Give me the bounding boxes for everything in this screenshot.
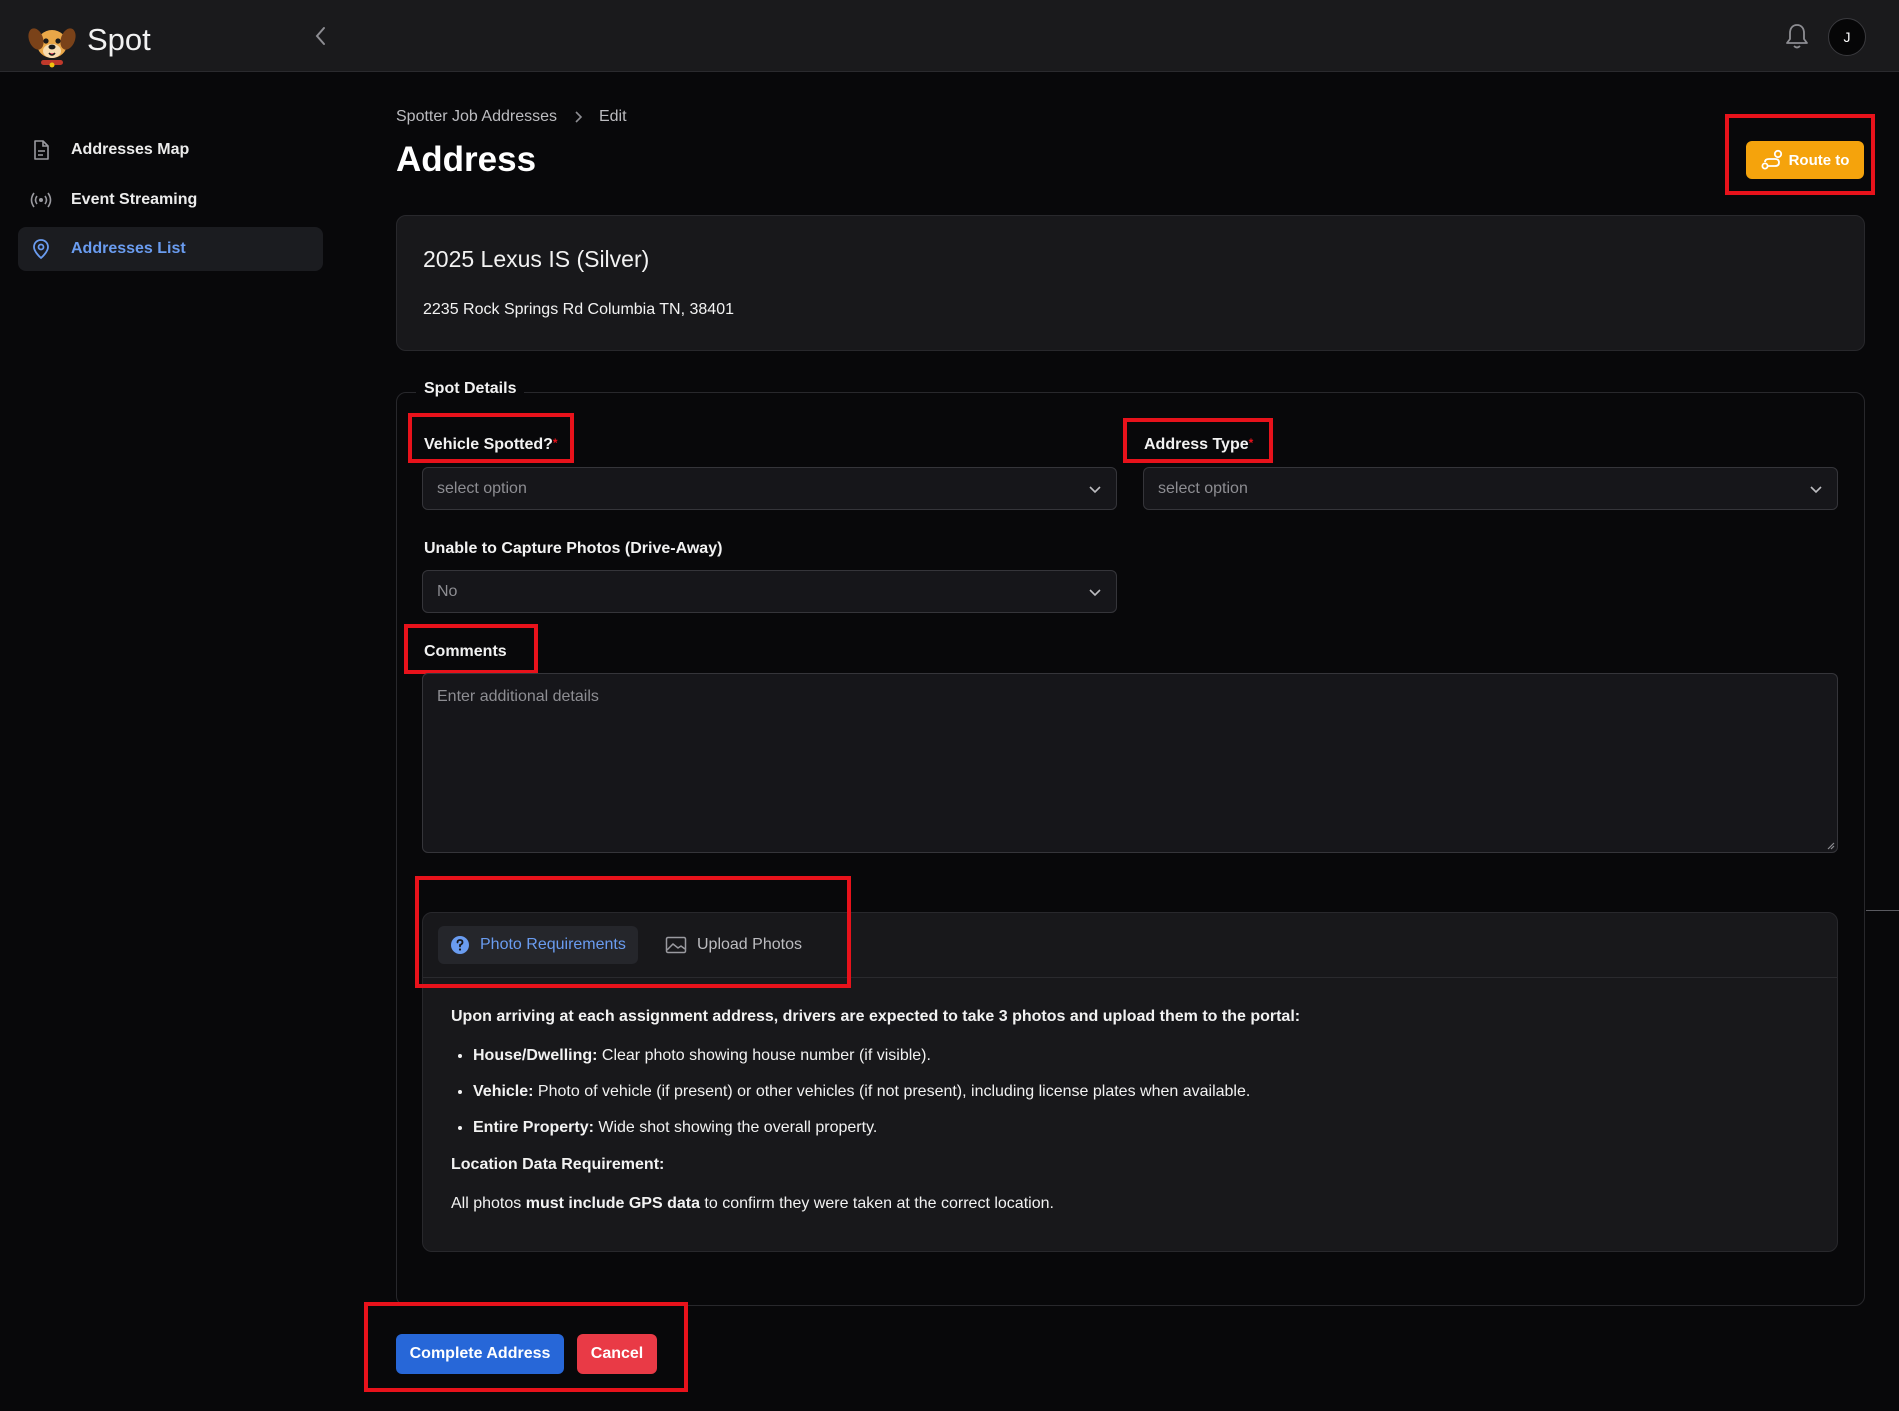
- list-item-text: Wide shot showing the overall property.: [593, 1119, 878, 1136]
- chevron-left-icon[interactable]: [312, 24, 330, 48]
- breadcrumb-current: Edit: [598, 108, 627, 125]
- list-item-text: Photo of vehicle (if present) or other v…: [533, 1083, 1251, 1100]
- vehicle-card: 2025 Lexus IS (Silver) 2235 Rock Springs…: [396, 215, 1865, 351]
- broadcast-icon: [30, 192, 52, 208]
- label-text: Address Type: [1144, 436, 1249, 453]
- sidebar-item-addresses-list[interactable]: Addresses List: [18, 227, 323, 271]
- cancel-button[interactable]: Cancel: [577, 1334, 657, 1374]
- page-title: Address: [396, 140, 537, 179]
- sidebar-item-addresses-map[interactable]: Addresses Map: [18, 128, 323, 172]
- address-type-label: Address Type*: [1144, 436, 1253, 454]
- dog-logo-icon: [28, 28, 76, 68]
- required-marker: *: [552, 436, 558, 450]
- sidebar-item-label: Event Streaming: [71, 191, 198, 208]
- sidebar-item-label: Addresses Map: [71, 141, 190, 158]
- chevron-right-icon: [575, 111, 583, 123]
- photo-requirements-content: Upon arriving at each assignment address…: [451, 1008, 1811, 1213]
- route-icon: [1761, 149, 1782, 170]
- list-item-title: Vehicle:: [473, 1083, 534, 1100]
- requirements-list: House/Dwelling: Clear photo showing hous…: [451, 1047, 1811, 1137]
- user-avatar[interactable]: J: [1828, 18, 1866, 56]
- comments-textarea[interactable]: Enter additional details: [422, 673, 1838, 853]
- select-placeholder: select option: [1158, 479, 1248, 497]
- location-requirement-text: All photos must include GPS data to conf…: [451, 1195, 1811, 1213]
- top-bar: Spot J: [0, 0, 1899, 72]
- vehicle-spotted-label: Vehicle Spotted?*: [424, 436, 558, 454]
- breadcrumb: Spotter Job Addresses Edit: [396, 108, 627, 126]
- list-item: Entire Property: Wide shot showing the o…: [473, 1119, 1811, 1137]
- text-bold: must include GPS data: [525, 1195, 700, 1212]
- spot-details-legend: Spot Details: [416, 380, 525, 398]
- resize-grip-icon[interactable]: [1825, 840, 1835, 850]
- chevron-down-icon: [1089, 486, 1101, 494]
- app-brand: Spot: [87, 22, 151, 57]
- location-requirement-heading: Location Data Requirement:: [451, 1156, 665, 1173]
- list-item-title: Entire Property:: [473, 1119, 594, 1136]
- list-item: Vehicle: Photo of vehicle (if present) o…: [473, 1083, 1811, 1101]
- textarea-placeholder: Enter additional details: [437, 688, 599, 705]
- address-type-select[interactable]: select option: [1143, 467, 1838, 510]
- comments-label: Comments: [424, 643, 507, 660]
- breadcrumb-parent-link[interactable]: Spotter Job Addresses: [396, 108, 557, 126]
- required-marker: *: [1248, 436, 1254, 450]
- label-text: Vehicle Spotted?: [424, 436, 553, 453]
- chevron-down-icon: [1810, 486, 1822, 494]
- vehicle-title: 2025 Lexus IS (Silver): [423, 246, 650, 272]
- requirements-intro: Upon arriving at each assignment address…: [451, 1008, 1301, 1025]
- select-placeholder: select option: [437, 479, 527, 497]
- sidebar: Addresses Map Event Streaming Addresses …: [0, 72, 340, 1411]
- route-to-button[interactable]: Route to: [1746, 141, 1864, 179]
- divider: [1866, 910, 1899, 911]
- complete-address-button[interactable]: Complete Address: [396, 1334, 564, 1374]
- list-item-text: Clear photo showing house number (if vis…: [597, 1047, 931, 1064]
- route-to-label: Route to: [1788, 151, 1850, 169]
- list-item-title: House/Dwelling:: [473, 1047, 598, 1064]
- text-part: to confirm they were taken at the correc…: [699, 1195, 1054, 1212]
- sidebar-item-label: Addresses List: [71, 240, 186, 257]
- unable-to-capture-select[interactable]: No: [422, 570, 1117, 613]
- vehicle-address: 2235 Rock Springs Rd Columbia TN, 38401: [423, 301, 734, 318]
- sidebar-item-event-streaming[interactable]: Event Streaming: [18, 178, 323, 222]
- select-value: No: [437, 582, 458, 600]
- text-part: All photos: [451, 1195, 526, 1212]
- list-item: House/Dwelling: Clear photo showing hous…: [473, 1047, 1811, 1065]
- bell-icon[interactable]: [1784, 22, 1810, 50]
- document-icon: [34, 140, 49, 160]
- vehicle-spotted-select[interactable]: select option: [422, 467, 1117, 510]
- chevron-down-icon: [1089, 589, 1101, 597]
- unable-to-capture-label: Unable to Capture Photos (Drive-Away): [424, 540, 723, 557]
- highlight-box: [415, 876, 851, 988]
- map-pin-icon: [33, 239, 49, 260]
